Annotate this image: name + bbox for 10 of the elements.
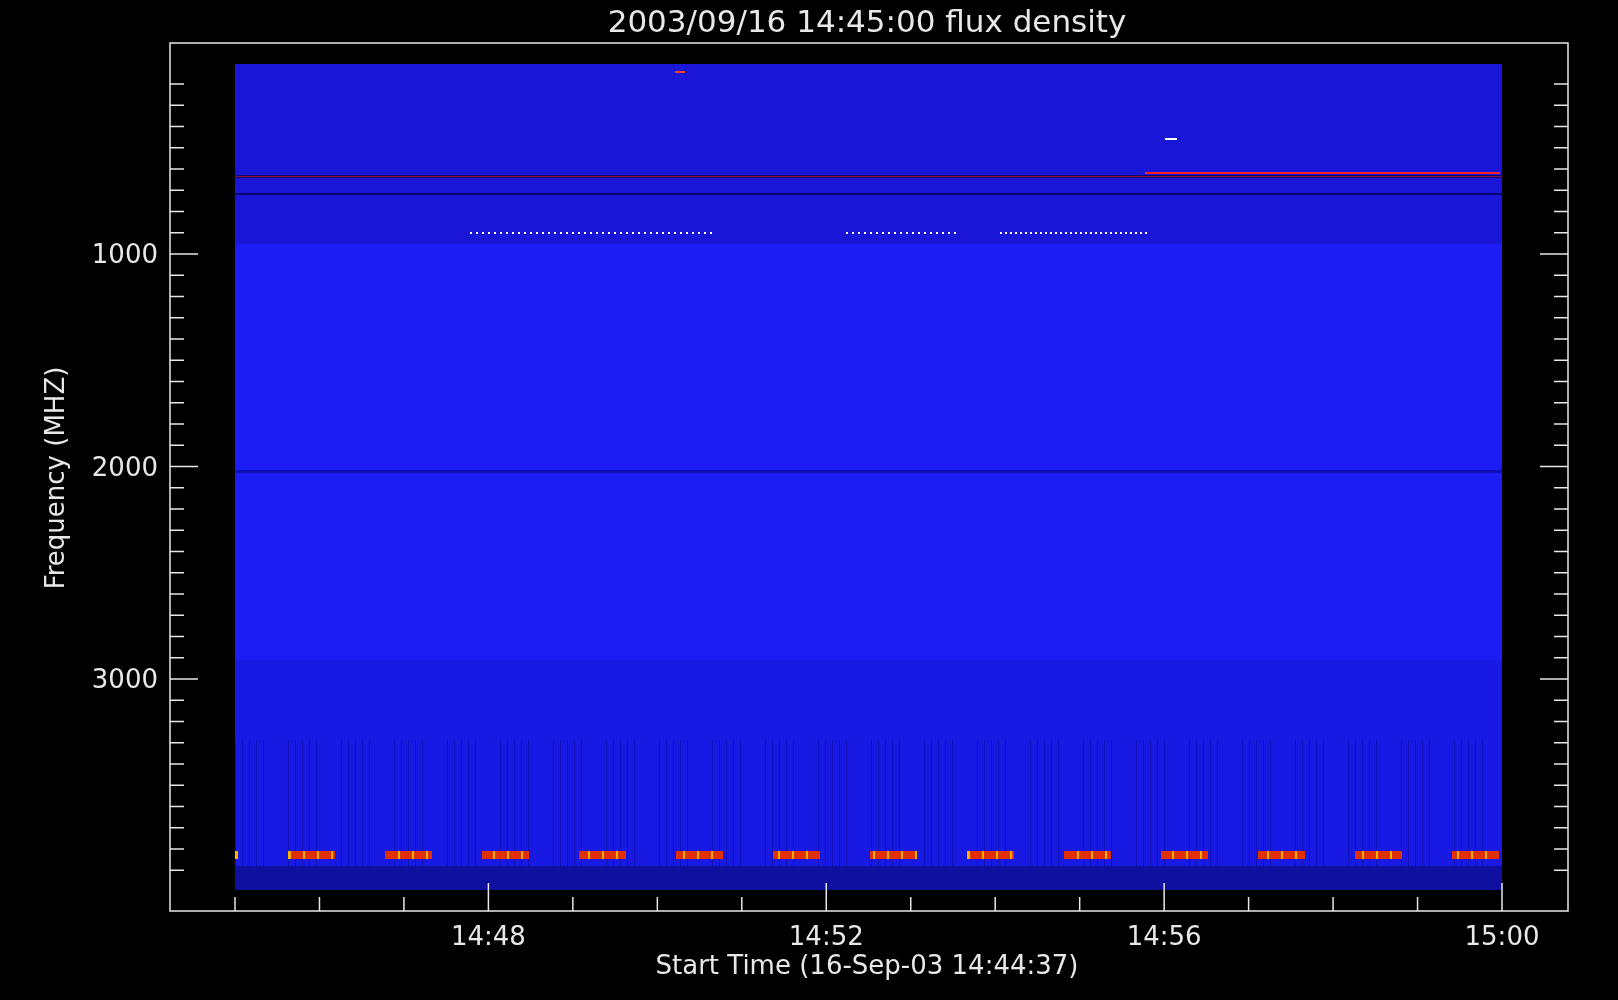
x-tick-label: 14:48 [450,921,526,951]
y-tick-label: 3000 [91,664,158,694]
y-axis-label: Frequency (MHZ) [40,366,70,590]
y-tick-label: 1000 [91,239,158,269]
x-tick-label: 14:56 [1126,921,1202,951]
x-tick-label: 14:52 [788,921,864,951]
chart-title: 2003/09/16 14:45:00 flux density [607,3,1127,39]
x-axis-label: Start Time (16-Sep-03 14:44:37) [655,950,1079,980]
y-tick-label: 2000 [91,451,158,482]
x-tick-label: 15:00 [1464,921,1540,951]
